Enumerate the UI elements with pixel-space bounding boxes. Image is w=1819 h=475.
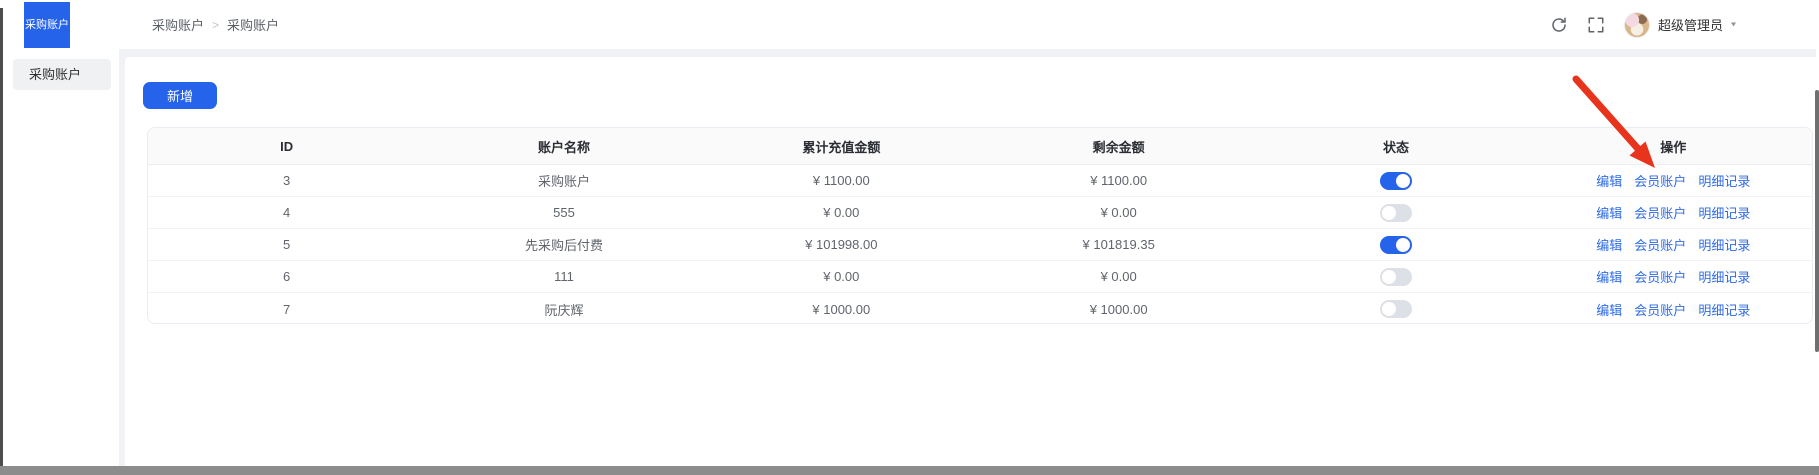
fullscreen-icon[interactable] [1587,16,1605,34]
cell-id: 4 [148,197,425,228]
toggle-knob [1382,270,1396,284]
cell-total: ¥ 0.00 [703,261,980,292]
breadcrumb-item-current: 采购账户 [227,15,279,34]
column-header-actions: 操作 [1535,128,1812,164]
user-name: 超级管理员 [1658,15,1723,34]
table-row: 5 先采购后付费 ¥ 101998.00 ¥ 101819.35 编辑 会员账户… [148,229,1812,261]
cell-id: 3 [148,165,425,196]
window-left-edge [0,8,3,475]
cell-remaining: ¥ 0.00 [980,261,1257,292]
sidebar-item-purchase-account[interactable]: 采购账户 [13,59,111,90]
status-toggle[interactable] [1380,300,1412,318]
column-header-total: 累计充值金额 [703,128,980,164]
toggle-knob [1396,238,1410,252]
cell-remaining: ¥ 0.00 [980,197,1257,228]
cell-name: 阮庆辉 [425,293,702,324]
app-logo: 采购账户 [24,2,70,48]
member-account-link[interactable]: 会员账户 [1634,171,1686,190]
cell-total: ¥ 1100.00 [703,165,980,196]
column-header-id: ID [148,128,425,164]
member-account-link[interactable]: 会员账户 [1634,267,1686,286]
cell-remaining: ¥ 1000.00 [980,293,1257,324]
cell-remaining: ¥ 101819.35 [980,229,1257,260]
toggle-knob [1382,302,1396,316]
cell-name: 555 [425,197,702,228]
detail-record-link[interactable]: 明细记录 [1698,171,1750,190]
breadcrumb-separator: > [212,18,219,32]
toggle-knob [1396,174,1410,188]
sidebar-item-label: 采购账户 [29,67,81,82]
cell-id: 5 [148,229,425,260]
cell-name: 先采购后付费 [425,229,702,260]
edit-link[interactable]: 编辑 [1596,203,1622,222]
cell-id: 7 [148,293,425,324]
status-toggle[interactable] [1380,236,1412,254]
sidebar: 采购账户 采购账户 [3,0,119,466]
refresh-icon[interactable] [1550,16,1568,34]
member-account-link[interactable]: 会员账户 [1634,235,1686,254]
cell-total: ¥ 101998.00 [703,229,980,260]
column-header-name: 账户名称 [425,128,702,164]
status-toggle[interactable] [1380,268,1412,286]
column-header-status: 状态 [1257,128,1534,164]
edit-link[interactable]: 编辑 [1596,235,1622,254]
status-toggle[interactable] [1380,204,1412,222]
chevron-down-icon: ▾ [1731,20,1736,29]
topbar-right: 超级管理员 ▾ [1550,0,1736,49]
breadcrumb: 采购账户 > 采购账户 [152,0,279,49]
cell-name: 采购账户 [425,165,702,196]
breadcrumb-item[interactable]: 采购账户 [152,15,204,34]
member-account-link[interactable]: 会员账户 [1634,300,1686,319]
topbar: 采购账户 > 采购账户 超级管理员 ▾ [119,0,1816,49]
cell-total: ¥ 0.00 [703,197,980,228]
accounts-table: ID 账户名称 累计充值金额 剩余金额 状态 操作 3 采购账户 ¥ 1100.… [147,127,1813,324]
column-header-remaining: 剩余金额 [980,128,1257,164]
detail-record-link[interactable]: 明细记录 [1698,203,1750,222]
scrollbar-thumb[interactable] [1815,90,1819,352]
user-menu[interactable]: 超级管理员 ▾ [1624,12,1736,38]
window-bottom-edge [0,466,1819,475]
table-header-row: ID 账户名称 累计充值金额 剩余金额 状态 操作 [148,128,1812,165]
detail-record-link[interactable]: 明细记录 [1698,235,1750,254]
cell-name: 111 [425,261,702,292]
table-row: 3 采购账户 ¥ 1100.00 ¥ 1100.00 编辑 会员账户 明细记录 [148,165,1812,197]
status-toggle[interactable] [1380,172,1412,190]
edit-link[interactable]: 编辑 [1596,300,1622,319]
edit-link[interactable]: 编辑 [1596,267,1622,286]
table-row: 7 阮庆辉 ¥ 1000.00 ¥ 1000.00 编辑 会员账户 明细记录 [148,293,1812,324]
toggle-knob [1382,206,1396,220]
table-row: 6 111 ¥ 0.00 ¥ 0.00 编辑 会员账户 明细记录 [148,261,1812,293]
cell-remaining: ¥ 1100.00 [980,165,1257,196]
add-button[interactable]: 新增 [143,82,217,109]
cell-total: ¥ 1000.00 [703,293,980,324]
detail-record-link[interactable]: 明细记录 [1698,267,1750,286]
app-window: 采购账户 采购账户 采购账户 > 采购账户 [0,0,1819,475]
avatar[interactable] [1624,12,1650,38]
edit-link[interactable]: 编辑 [1596,171,1622,190]
member-account-link[interactable]: 会员账户 [1634,203,1686,222]
table-row: 4 555 ¥ 0.00 ¥ 0.00 编辑 会员账户 明细记录 [148,197,1812,229]
cell-id: 6 [148,261,425,292]
detail-record-link[interactable]: 明细记录 [1698,300,1750,319]
